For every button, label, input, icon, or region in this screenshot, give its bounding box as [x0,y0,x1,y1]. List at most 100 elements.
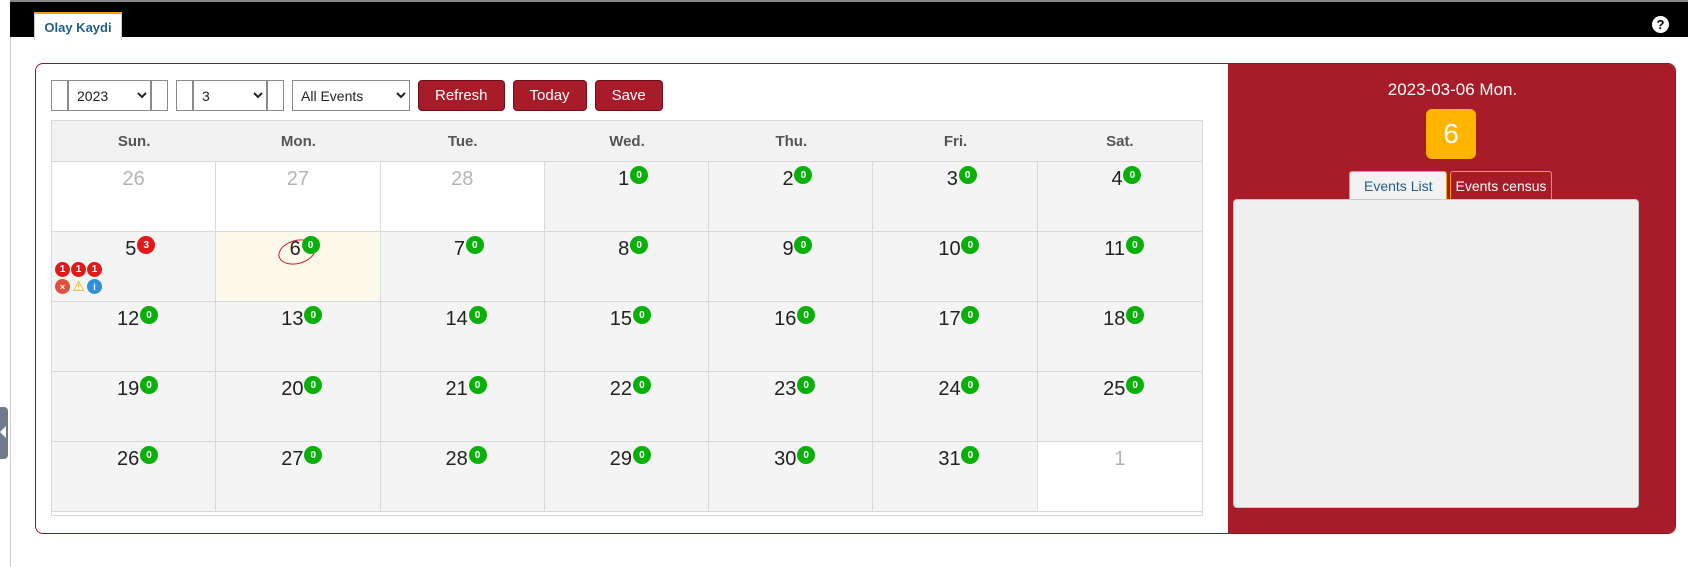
event-count-badge[interactable]: 0 [1123,166,1142,184]
calendar-day-cell[interactable]: 20 [709,162,874,232]
today-button[interactable]: Today [512,80,587,111]
calendar-day-cell[interactable]: 80 [544,232,710,302]
events-filter-select[interactable]: All Events [292,80,410,111]
calendar-day-cell[interactable]: 24 0 [873,372,1038,442]
calendar-day-cell[interactable]: 5 3 1 1 1 × ⚠ i [52,232,217,302]
event-count-badge[interactable]: 0 [632,376,651,394]
weekday-sat: Sat. [1106,132,1134,150]
event-type-counts: 111 [55,262,102,277]
calendar-day-cell[interactable]: 27 0 [216,442,381,512]
calendar-day-cell[interactable]: 23 0 [709,372,874,442]
calendar-day-cell[interactable]: 15 0 [544,302,710,372]
day-detail-panel: 2023-03-06 Mon. 6 Events List Events cen… [1228,64,1675,533]
event-count-badge[interactable]: 0 [797,306,816,324]
calendar-day-cell[interactable]: 28 [380,162,545,232]
event-count-badge[interactable]: 0 [961,446,980,464]
calendar-day-cell[interactable]: 12 0 [52,302,217,372]
month-next-control[interactable] [267,80,284,111]
event-count-badge[interactable]: 0 [304,376,323,394]
day-number: 5 [125,238,137,260]
month-select[interactable]: 3 [193,80,267,111]
event-count-badge[interactable]: 0 [961,306,980,324]
calendar-day-cell[interactable]: 19 0 [52,372,217,442]
event-count-badge[interactable]: 0 [632,446,651,464]
event-count-badge[interactable]: 0 [1125,236,1144,254]
event-count-badge[interactable]: 0 [797,446,816,464]
day-number: 9 [782,238,794,260]
event-count-badge[interactable]: 0 [468,306,487,324]
collapse-handle[interactable] [0,407,8,459]
tab-events-census[interactable]: Events census [1450,171,1552,200]
event-count-badge[interactable]: 0 [794,166,813,184]
event-count-badge[interactable]: 0 [797,376,816,394]
event-count-badge[interactable]: 0 [304,306,323,324]
event-count-badge[interactable]: 0 [961,236,980,254]
calendar-day-cell[interactable]: 10 [544,162,710,232]
calendar-day-cell[interactable]: 26 [52,162,217,232]
calendar-day-cell[interactable]: 30 [873,162,1038,232]
event-count-badge[interactable]: 0 [140,306,158,324]
calendar-day-cell[interactable]: 22 0 [544,372,710,442]
day-number: 25 [1103,378,1126,400]
event-count-badge[interactable]: 0 [1126,306,1145,324]
calendar-day-cell[interactable]: 31 0 [873,442,1038,512]
calendar-day-cell[interactable]: 40 [1037,162,1202,232]
calendar-day-cell[interactable]: 21 0 [380,372,545,442]
event-count-badge[interactable]: 0 [468,376,487,394]
year-prev-control[interactable] [51,80,68,111]
event-count-badge[interactable]: 0 [630,236,649,254]
event-count-badge[interactable]: 0 [140,446,158,464]
event-count-badge[interactable]: 0 [140,376,158,394]
event-count-badge[interactable]: 0 [961,376,980,394]
day-number: 3 [946,168,958,190]
event-count-badge[interactable]: 0 [468,446,487,464]
calendar-day-cell[interactable]: 70 [380,232,545,302]
calendar-day-cell[interactable]: 13 0 [216,302,381,372]
calendar-day-cell[interactable]: 10 0 [873,232,1038,302]
day-number: 15 [609,308,633,330]
calendar-toolbar: 2023 3 All Events Refresh Today Save [51,79,663,112]
day-number: 7 [453,238,465,260]
event-count-badge[interactable]: 0 [630,166,649,184]
calendar-day-cell[interactable]: 17 0 [873,302,1038,372]
day-number: 13 [281,308,304,330]
weekday-mon: Mon. [280,132,316,150]
detail-tabs: Events List Events census [1349,171,1552,200]
calendar-day-cell[interactable]: 60 [216,232,381,302]
month-prev-control[interactable] [176,80,193,111]
calendar-day-cell[interactable]: 11 0 [1037,232,1202,302]
save-button[interactable]: Save [594,80,663,111]
weekday-header: Sun. Mon. Tue. Wed. Thu. Fri. Sat. [52,121,1202,162]
refresh-button[interactable]: Refresh [418,80,505,111]
calendar-day-cell[interactable]: 14 0 [380,302,545,372]
event-count-badge[interactable]: 0 [794,236,813,254]
event-count-badge[interactable]: 0 [301,236,320,254]
event-count-badge[interactable]: 0 [465,236,484,254]
tab-olay-kaydi[interactable]: Olay Kaydi [34,12,122,40]
calendar-day-cell[interactable]: 90 [709,232,874,302]
calendar-day-cell[interactable]: 28 0 [380,442,545,512]
day-number: 4 [1111,168,1123,190]
tab-events-list[interactable]: Events List [1349,171,1448,200]
calendar-day-cell[interactable]: 27 [216,162,381,232]
event-count-badge[interactable]: 0 [1126,376,1145,394]
calendar-day-cell[interactable]: 16 0 [709,302,874,372]
calendar-day-cell[interactable]: 20 0 [216,372,381,442]
event-count-badge[interactable]: 0 [958,166,977,184]
calendar-day-cell[interactable]: 30 0 [709,442,874,512]
year-next-control[interactable] [151,80,168,111]
day-number: 26 [122,168,145,190]
year-select[interactable]: 2023 [68,80,151,111]
event-count-badge[interactable]: 0 [632,306,651,324]
info-icon: i [87,279,102,294]
events-list-content [1233,199,1639,508]
calendar-day-cell[interactable]: 1 [1037,442,1202,512]
day-number: 27 [281,448,304,470]
calendar-day-cell[interactable]: 29 0 [544,442,710,512]
event-count-badge[interactable]: 0 [304,446,323,464]
calendar-day-cell[interactable]: 18 0 [1037,302,1202,372]
calendar-day-cell[interactable]: 26 0 [52,442,217,512]
event-count-badge[interactable]: 3 [137,236,156,254]
help-icon[interactable]: ? [1652,16,1669,33]
calendar-day-cell[interactable]: 25 0 [1037,372,1202,442]
